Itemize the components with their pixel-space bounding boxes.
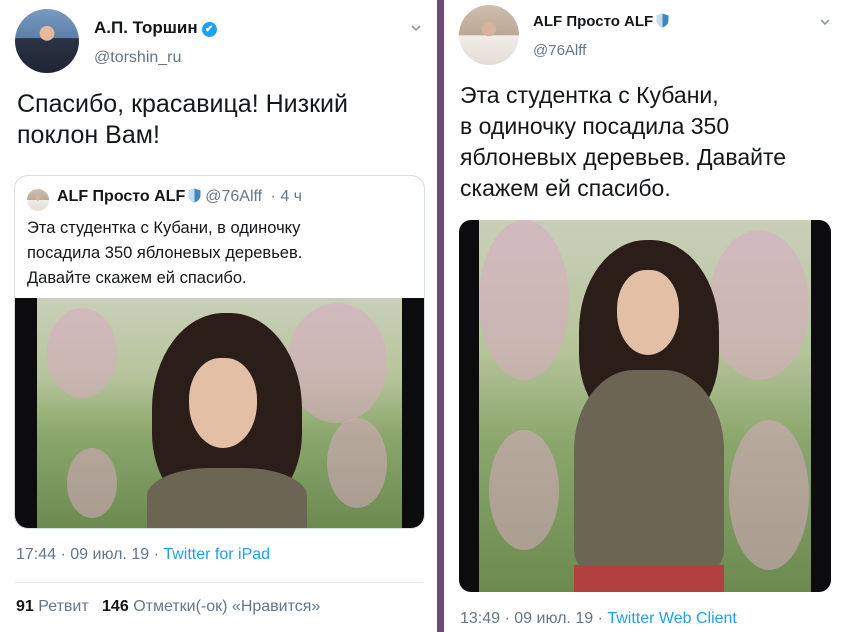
author-handle[interactable]: @torshin_ru xyxy=(94,49,181,67)
likes-count[interactable]: 146 xyxy=(102,598,129,615)
tweet-source-link[interactable]: Twitter for iPad xyxy=(163,546,270,563)
retweets-label[interactable]: Ретвит xyxy=(38,598,88,615)
author-avatar[interactable] xyxy=(459,5,519,65)
author-handle[interactable]: @76Alff xyxy=(533,42,586,59)
panel-divider xyxy=(437,0,444,632)
tweet-time: 17:44 xyxy=(16,546,57,563)
tweet-meta: 17:44 · 09 июл. 19 · Twitter for iPad xyxy=(16,546,271,563)
tweet-date: 09 июл. 19 xyxy=(514,610,594,627)
retweets-count[interactable]: 91 xyxy=(16,598,34,615)
quoted-author-name: ALF Просто ALF xyxy=(57,188,186,205)
shield-badge-icon xyxy=(188,188,201,203)
quoted-tweet[interactable]: ALF Просто ALF @76Alff · 4 ч Эта студентк… xyxy=(14,175,425,529)
quoted-header: ALF Просто ALF @76Alff · 4 ч xyxy=(57,188,303,205)
tweet-date: 09 июл. 19 xyxy=(70,546,150,563)
quoted-time-ago: 4 ч xyxy=(280,188,303,205)
tweet-meta: 13:49 · 09 июл. 19 · Twitter Web Client xyxy=(460,610,737,627)
quoted-photo[interactable] xyxy=(15,298,424,528)
author-avatar[interactable] xyxy=(15,9,79,73)
tweet-source-link[interactable]: Twitter Web Client xyxy=(607,610,737,627)
divider-line xyxy=(15,582,423,583)
verified-badge-icon: ✔ xyxy=(201,22,217,37)
quoted-text: Эта студентка с Кубани, в одиночку посад… xyxy=(27,219,303,287)
tweet-stats: 91 Ретвит 146 Отметки(-ок) «Нравится» xyxy=(16,598,320,616)
left-tweet: А.П. Торшин ✔ @torshin_ru Спасибо, красав… xyxy=(0,0,437,632)
chevron-down-icon[interactable] xyxy=(411,23,421,33)
tweet-photo[interactable] xyxy=(459,220,831,592)
quoted-author-avatar xyxy=(27,189,49,211)
photo-scene xyxy=(37,298,402,528)
author-name[interactable]: А.П. Торшин ✔ xyxy=(94,18,217,38)
right-tweet: ALF Просто ALF @76Alff Эта студентка с К… xyxy=(444,0,844,632)
chevron-down-icon[interactable] xyxy=(820,17,830,27)
likes-label[interactable]: Отметки(-ок) «Нравится» xyxy=(133,598,320,615)
tweet-time: 13:49 xyxy=(460,610,501,627)
shield-badge-icon xyxy=(656,13,669,28)
photo-scene xyxy=(479,220,811,592)
quoted-author-handle: @76Alff xyxy=(205,188,263,205)
author-name[interactable]: ALF Просто ALF xyxy=(533,13,669,30)
tweet-text: Эта студентка с Кубани, в одиночку посад… xyxy=(460,82,787,201)
tweet-text: Спасибо, красавица! Низкий поклон Вам! xyxy=(17,90,348,149)
